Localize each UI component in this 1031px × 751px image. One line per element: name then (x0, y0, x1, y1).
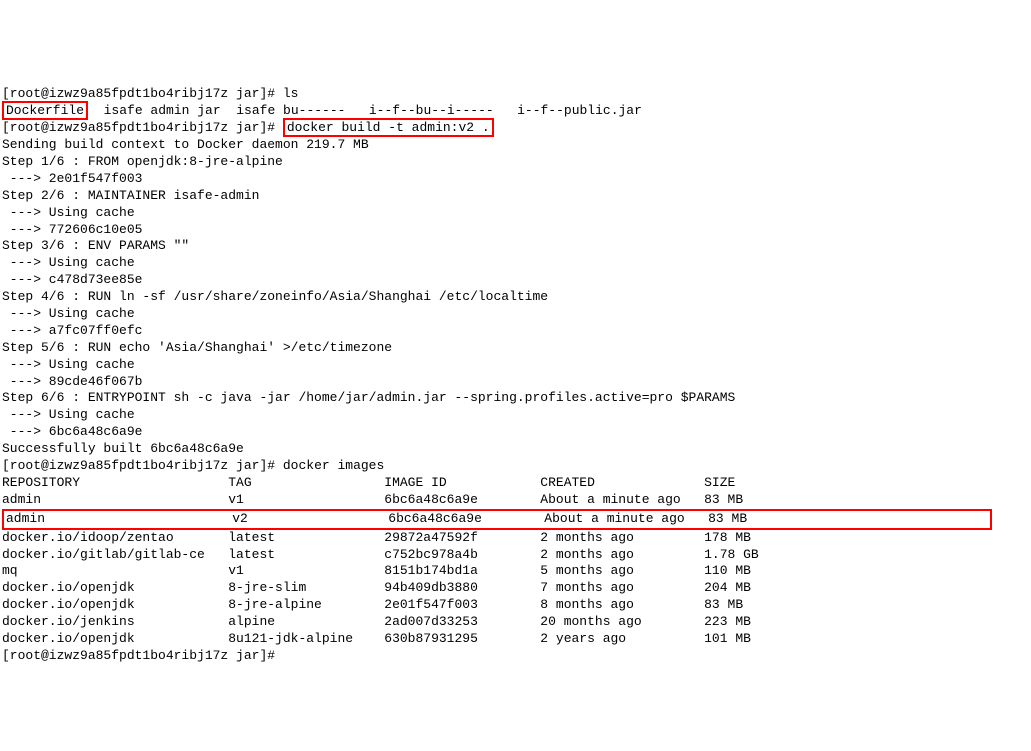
table-row: docker.io/openjdk 8-jre-slim 94b409db388… (2, 580, 751, 595)
prompt-line: [root@izwz9a85fpdt1bo4ribj17z jar]# dock… (2, 458, 384, 473)
prompt-text: [root@izwz9a85fpdt1bo4ribj17z jar]# (2, 458, 283, 473)
table-row: mq v1 8151b174bd1a 5 months ago 110 MB (2, 563, 751, 578)
output-line: ---> Using cache (2, 357, 135, 372)
output-line: ---> 772606c10e05 (2, 222, 142, 237)
output-line: Step 3/6 : ENV PARAMS "" (2, 238, 189, 253)
terminal-output: [root@izwz9a85fpdt1bo4ribj17z jar]# ls D… (2, 70, 1029, 665)
output-line: Step 2/6 : MAINTAINER isafe-admin (2, 188, 259, 203)
table-row: docker.io/jenkins alpine 2ad007d33253 20… (2, 614, 751, 629)
output-line: ---> 89cde46f067b (2, 374, 142, 389)
output-line: Step 5/6 : RUN echo 'Asia/Shanghai' >/et… (2, 340, 392, 355)
table-row: docker.io/idoop/zentao latest 29872a4759… (2, 530, 751, 545)
dockerfile-highlight: Dockerfile (2, 101, 88, 120)
prompt-line[interactable]: [root@izwz9a85fpdt1bo4ribj17z jar]# (2, 648, 283, 663)
prompt-line: [root@izwz9a85fpdt1bo4ribj17z jar]# dock… (2, 118, 494, 137)
ls-command[interactable]: ls (283, 86, 299, 101)
prompt-line: [root@izwz9a85fpdt1bo4ribj17z jar]# ls (2, 86, 298, 101)
output-line: ---> Using cache (2, 255, 135, 270)
output-line: ---> Using cache (2, 306, 135, 321)
prompt-text: [root@izwz9a85fpdt1bo4ribj17z jar]# (2, 86, 283, 101)
output-line: ---> 6bc6a48c6a9e (2, 424, 142, 439)
output-line: ---> a7fc07ff0efc (2, 323, 142, 338)
table-row: docker.io/gitlab/gitlab-ce latest c752bc… (2, 547, 759, 562)
table-row: docker.io/openjdk 8-jre-alpine 2e01f547f… (2, 597, 743, 612)
output-line: ---> Using cache (2, 205, 135, 220)
output-line: Successfully built 6bc6a48c6a9e (2, 441, 244, 456)
output-line: Step 4/6 : RUN ln -sf /usr/share/zoneinf… (2, 289, 548, 304)
output-line: Step 6/6 : ENTRYPOINT sh -c java -jar /h… (2, 390, 735, 405)
table-row: docker.io/openjdk 8u121-jdk-alpine 630b8… (2, 631, 751, 646)
table-row: admin v1 6bc6a48c6a9e About a minute ago… (2, 492, 743, 507)
output-line: Sending build context to Docker daemon 2… (2, 137, 369, 152)
output-line: ---> c478d73ee85e (2, 272, 142, 287)
prompt-text: [root@izwz9a85fpdt1bo4ribj17z jar]# (2, 120, 283, 135)
output-line: ---> 2e01f547f003 (2, 171, 142, 186)
admin-v2-row-highlight: admin v2 6bc6a48c6a9e About a minute ago… (2, 509, 992, 530)
output-line: Step 1/6 : FROM openjdk:8-jre-alpine (2, 154, 283, 169)
output-line: ---> Using cache (2, 407, 135, 422)
docker-images-command[interactable]: docker images (283, 458, 384, 473)
table-header: REPOSITORY TAG IMAGE ID CREATED SIZE (2, 475, 735, 490)
ls-rest: isafe admin jar isafe bu------ i--f--bu-… (88, 103, 642, 118)
docker-build-command[interactable]: docker build -t admin:v2 . (283, 118, 494, 137)
